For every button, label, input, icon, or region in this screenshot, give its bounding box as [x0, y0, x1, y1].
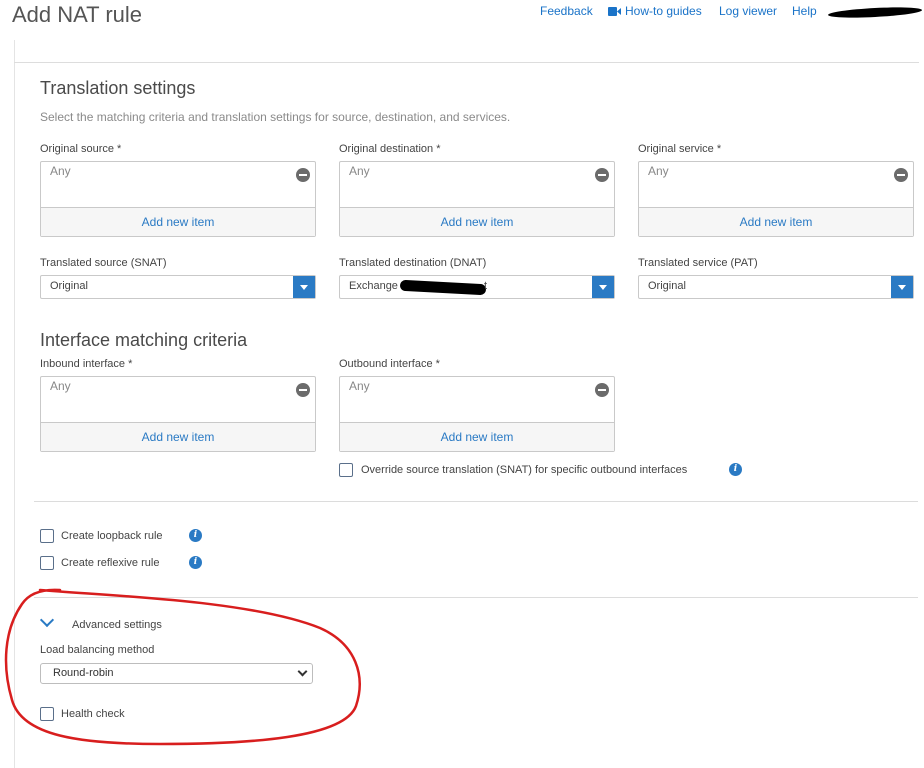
translation-settings-description: Select the matching criteria and transla…	[40, 110, 511, 124]
original-source-value: Any	[50, 164, 71, 178]
translated-source-value: Original	[50, 280, 88, 292]
redaction-mark	[399, 279, 487, 296]
inbound-interface-field[interactable]: Any Add new item	[40, 376, 316, 452]
translated-service-label: Translated service (PAT)	[638, 257, 758, 269]
panel-top-border	[14, 62, 919, 63]
outbound-interface-field[interactable]: Any Add new item	[339, 376, 615, 452]
original-destination-label: Original destination *	[339, 143, 441, 155]
panel-left-border	[14, 40, 15, 768]
load-balancing-value: Round-robin	[53, 667, 114, 679]
translation-settings-title: Translation settings	[40, 78, 196, 98]
advanced-settings-toggle[interactable]: Advanced settings	[72, 619, 162, 631]
original-service-add-button[interactable]: Add new item	[639, 207, 913, 236]
original-destination-add-button[interactable]: Add new item	[340, 207, 614, 236]
reflexive-checkbox[interactable]	[40, 556, 54, 570]
page-title: Add NAT rule	[12, 2, 143, 27]
override-snat-checkbox[interactable]	[339, 463, 353, 477]
dropdown-arrow-icon[interactable]	[293, 276, 315, 298]
translated-destination-label: Translated destination (DNAT)	[339, 257, 487, 269]
override-snat-label: Override source translation (SNAT) for s…	[361, 464, 688, 476]
help-link[interactable]: Help	[792, 4, 817, 18]
original-service-value: Any	[648, 164, 669, 178]
health-check-checkbox[interactable]	[40, 707, 54, 721]
log-viewer-link[interactable]: Log viewer	[719, 4, 777, 18]
outbound-interface-label: Outbound interface *	[339, 358, 440, 370]
inbound-interface-value: Any	[50, 379, 71, 393]
video-camera-icon	[608, 7, 621, 16]
info-icon[interactable]: i	[189, 556, 202, 569]
chevron-down-icon	[297, 666, 308, 677]
original-service-label: Original service *	[638, 143, 722, 155]
translated-destination-value-tail: t	[484, 280, 488, 292]
redaction-mark	[827, 5, 923, 20]
divider	[34, 597, 918, 598]
original-source-label: Original source *	[40, 143, 122, 155]
chevron-down-icon[interactable]	[39, 612, 55, 628]
translated-source-select[interactable]: Original	[40, 275, 316, 299]
reflexive-label: Create reflexive rule	[61, 557, 160, 569]
inbound-interface-add-button[interactable]: Add new item	[41, 422, 315, 451]
dropdown-arrow-icon[interactable]	[891, 276, 913, 298]
remove-icon[interactable]	[894, 168, 908, 182]
outbound-interface-value: Any	[349, 379, 370, 393]
health-check-label: Health check	[61, 708, 125, 720]
original-service-field[interactable]: Any Add new item	[638, 161, 914, 237]
translated-destination-value: Exchange	[349, 280, 398, 292]
top-bar: Add NAT rule Feedback How-to guides Log …	[0, 0, 924, 40]
dropdown-arrow-icon[interactable]	[592, 276, 614, 298]
original-source-add-button[interactable]: Add new item	[41, 207, 315, 236]
divider	[34, 501, 918, 502]
remove-icon[interactable]	[296, 383, 310, 397]
original-destination-value: Any	[349, 164, 370, 178]
info-icon[interactable]: i	[189, 529, 202, 542]
original-source-field[interactable]: Any Add new item	[40, 161, 316, 237]
loopback-checkbox[interactable]	[40, 529, 54, 543]
load-balancing-select[interactable]: Round-robin	[40, 663, 313, 684]
load-balancing-label: Load balancing method	[40, 644, 155, 656]
translated-destination-select[interactable]: Exchange t	[339, 275, 615, 299]
remove-icon[interactable]	[595, 383, 609, 397]
outbound-interface-add-button[interactable]: Add new item	[340, 422, 614, 451]
inbound-interface-label: Inbound interface *	[40, 358, 133, 370]
interface-matching-title: Interface matching criteria	[40, 330, 248, 350]
translated-service-select[interactable]: Original	[638, 275, 914, 299]
original-destination-field[interactable]: Any Add new item	[339, 161, 615, 237]
loopback-label: Create loopback rule	[61, 530, 163, 542]
translated-service-value: Original	[648, 280, 686, 292]
info-icon[interactable]: i	[729, 463, 742, 476]
feedback-link[interactable]: Feedback	[540, 4, 593, 18]
howto-link[interactable]: How-to guides	[608, 4, 702, 18]
translated-source-label: Translated source (SNAT)	[40, 257, 167, 269]
remove-icon[interactable]	[296, 168, 310, 182]
remove-icon[interactable]	[595, 168, 609, 182]
